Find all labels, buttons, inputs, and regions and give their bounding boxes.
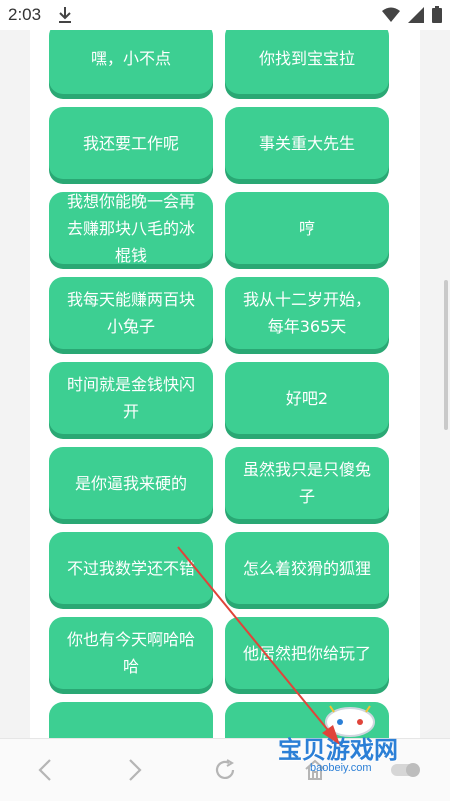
dialogue-button[interactable]: 时间就是金钱快闪开 bbox=[49, 362, 213, 434]
dialogue-button[interactable]: 你找到宝宝拉 bbox=[225, 30, 389, 94]
dialogue-button[interactable]: 我每天能赚两百块小兔子 bbox=[49, 277, 213, 349]
dialogue-button[interactable]: 他居然把你给玩了 bbox=[225, 617, 389, 689]
forward-icon bbox=[129, 759, 142, 781]
status-time: 2:03 bbox=[8, 5, 42, 24]
refresh-icon bbox=[215, 759, 235, 779]
dialogue-button[interactable]: 事关重大先生 bbox=[225, 107, 389, 179]
dialogue-button[interactable]: 我从十二岁开始，每年365天 bbox=[225, 277, 389, 349]
back-button[interactable] bbox=[25, 750, 65, 790]
status-bar: 2:03 bbox=[0, 0, 450, 30]
dialogue-button[interactable] bbox=[49, 702, 213, 738]
page-panel: 嘿，小不点 你找到宝宝拉 我还要工作呢 事关重大先生 我想你能晚一会再去赚那块八… bbox=[30, 30, 420, 738]
dialogue-button[interactable]: 怎么着狡猾的狐狸 bbox=[225, 532, 389, 604]
back-icon bbox=[38, 759, 51, 781]
dialogue-button[interactable]: 虽然我只是只傻兔子 bbox=[225, 447, 389, 519]
watermark-logo: 宝贝游戏网 baobeiy.com bbox=[260, 700, 440, 790]
forward-button[interactable] bbox=[115, 750, 155, 790]
dialogue-button[interactable]: 我想你能晚一会再去赚那块八毛的冰棍钱 bbox=[49, 192, 213, 265]
watermark-url: baobeiy.com bbox=[310, 762, 372, 774]
dialogue-button[interactable]: 好吧2 bbox=[225, 362, 389, 434]
dialogue-button[interactable]: 我还要工作呢 bbox=[49, 107, 213, 179]
dialogue-button[interactable]: 是你逼我来硬的 bbox=[49, 447, 213, 519]
status-icons bbox=[382, 6, 442, 23]
dialogue-button-grid: 嘿，小不点 你找到宝宝拉 我还要工作呢 事关重大先生 我想你能晚一会再去赚那块八… bbox=[49, 30, 391, 738]
battery-icon bbox=[432, 6, 442, 23]
scrollbar[interactable] bbox=[444, 280, 448, 430]
wifi-icon bbox=[382, 7, 400, 22]
dialogue-button[interactable]: 你也有今天啊哈哈哈 bbox=[49, 617, 213, 689]
refresh-button[interactable] bbox=[205, 750, 245, 790]
dialogue-button[interactable]: 不过我数学还不错 bbox=[49, 532, 213, 604]
download-icon bbox=[59, 7, 71, 23]
dialogue-button[interactable]: 嘿，小不点 bbox=[49, 30, 213, 94]
web-content[interactable]: 嘿，小不点 你找到宝宝拉 我还要工作呢 事关重大先生 我想你能晚一会再去赚那块八… bbox=[0, 30, 450, 738]
watermark-text: 宝贝游戏网 bbox=[278, 736, 398, 764]
dialogue-button[interactable]: 哼 bbox=[225, 192, 389, 264]
signal-icon bbox=[408, 6, 424, 23]
